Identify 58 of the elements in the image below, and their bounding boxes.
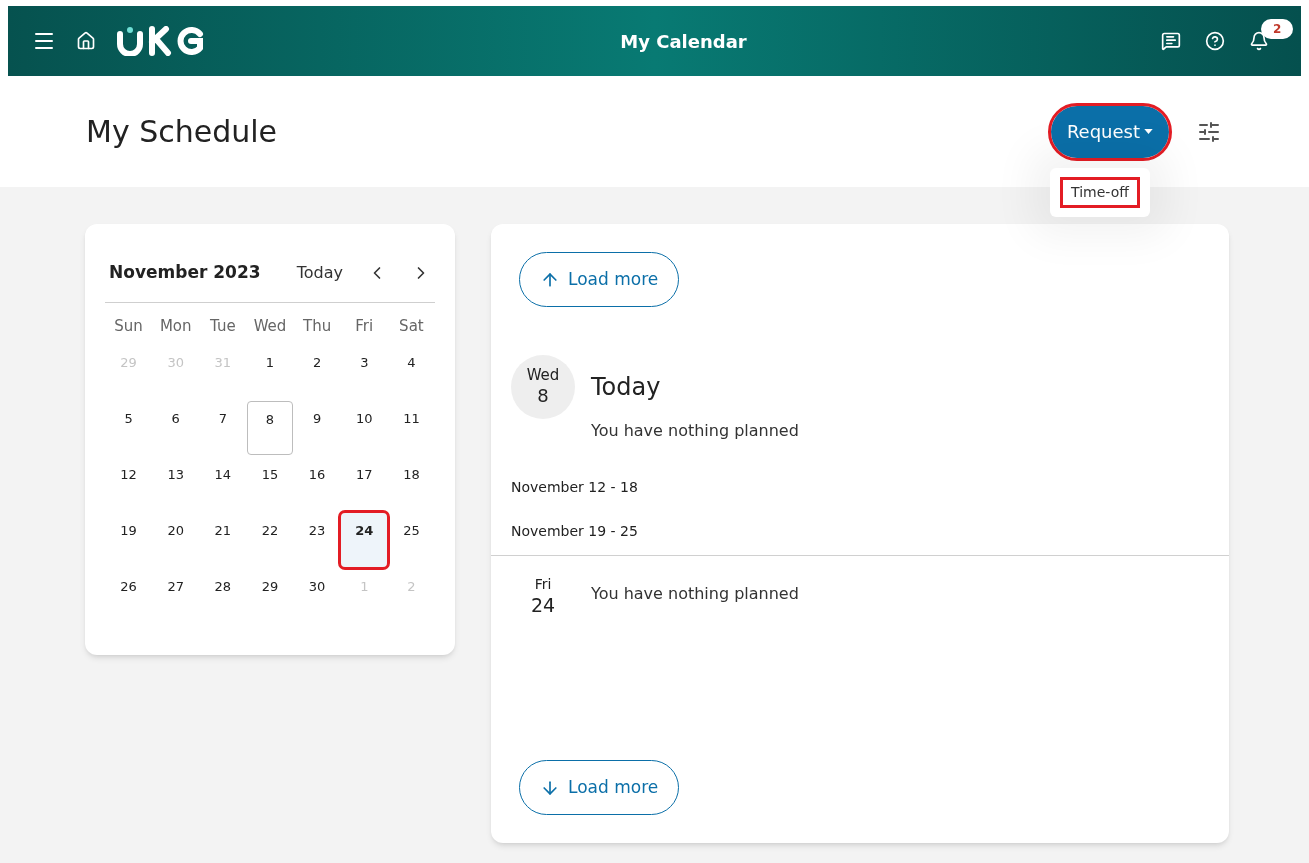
day-cell[interactable]: 12 xyxy=(105,457,152,511)
day-cell[interactable]: 19 xyxy=(105,513,152,567)
day-cell[interactable]: 1 xyxy=(247,345,293,399)
caret-icon xyxy=(1144,129,1153,134)
weekday-label: Sun xyxy=(113,315,144,337)
day-cell[interactable]: 23 xyxy=(294,513,341,567)
day-cell[interactable]: 25 xyxy=(388,513,435,567)
day-cell[interactable]: 9 xyxy=(294,401,341,455)
day-cell[interactable]: 18 xyxy=(388,457,435,511)
home-icon[interactable] xyxy=(76,31,96,51)
menu-item[interactable]: Time-off xyxy=(1063,180,1137,205)
day-heading: Today xyxy=(591,375,662,399)
empty-note: You have nothing planned xyxy=(591,583,799,605)
day-cell[interactable]: 5 xyxy=(105,401,152,455)
day-cell[interactable]: 13 xyxy=(152,457,199,511)
day-cell[interactable]: 6 xyxy=(152,401,199,455)
weekday-label: Thu xyxy=(302,315,333,337)
day-cell[interactable]: 8 xyxy=(247,401,293,455)
day-cell[interactable]: 10 xyxy=(341,401,388,455)
today-button[interactable]: Today xyxy=(296,260,343,285)
day-cell[interactable]: 24 xyxy=(341,513,388,567)
app-title: My Calendar xyxy=(620,29,747,54)
day-cell[interactable]: 17 xyxy=(341,457,388,511)
day-cell[interactable]: 27 xyxy=(152,569,199,623)
logo-icon[interactable] xyxy=(116,26,206,56)
day-cell[interactable]: 14 xyxy=(199,457,246,511)
week-range: November 12 - 18 xyxy=(511,479,638,495)
weekday-label: Tue xyxy=(209,315,237,337)
weekday-label: Mon xyxy=(158,315,193,337)
day-cell[interactable]: 3 xyxy=(341,345,388,399)
weekday-label: Sat xyxy=(398,315,425,337)
weekday-label: Fri xyxy=(354,315,375,337)
day-cell[interactable]: 4 xyxy=(388,345,435,399)
day-cell[interactable]: 7 xyxy=(199,401,246,455)
help-icon[interactable] xyxy=(1205,31,1225,51)
month-title: November 2023 xyxy=(109,261,262,284)
date-badge: Wed 8 xyxy=(511,355,575,419)
day-cell[interactable]: 2 xyxy=(294,345,341,399)
page-title: My Schedule xyxy=(86,113,279,151)
empty-note: You have nothing planned xyxy=(591,420,799,442)
week-range: November 19 - 25 xyxy=(511,523,638,539)
notification-badge: 2 xyxy=(1261,19,1294,39)
day-cell[interactable]: 21 xyxy=(199,513,246,567)
weekday-label: Wed xyxy=(252,315,288,337)
filter-icon[interactable] xyxy=(1197,119,1221,144)
request-button[interactable]: Request xyxy=(1050,105,1169,158)
notification-icon[interactable] xyxy=(1249,31,1269,51)
day-cell[interactable]: 22 xyxy=(247,513,293,567)
day-cell[interactable]: 15 xyxy=(247,457,293,511)
day-cell[interactable]: 11 xyxy=(388,401,435,455)
feedback-icon[interactable] xyxy=(1161,31,1181,51)
day-cell[interactable]: 16 xyxy=(294,457,341,511)
day-cell[interactable]: 20 xyxy=(152,513,199,567)
day-cell[interactable]: 29 xyxy=(247,569,293,623)
day-cell[interactable]: 26 xyxy=(105,569,152,623)
date-label: Fri 24 xyxy=(529,576,557,618)
day-cell[interactable]: 28 xyxy=(199,569,246,623)
day-cell[interactable]: 30 xyxy=(294,569,341,623)
